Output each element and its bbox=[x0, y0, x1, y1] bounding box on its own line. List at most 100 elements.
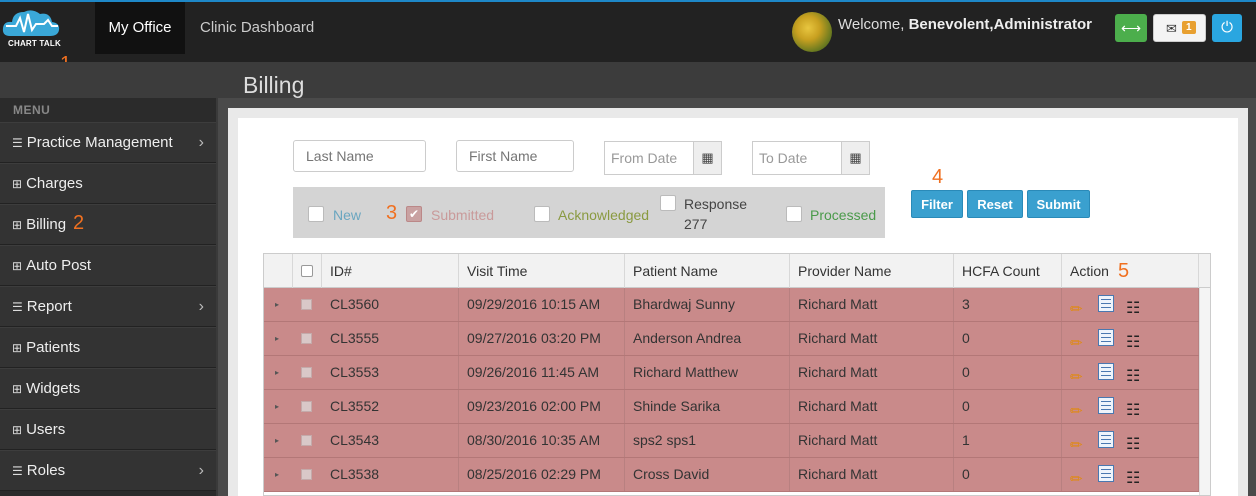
document-icon[interactable] bbox=[1098, 397, 1114, 414]
table-row[interactable]: ▸ CL3560 09/29/2016 10:15 AM Bhardwaj Sunny… bbox=[264, 288, 1199, 322]
cell-action: ✏ ☷ bbox=[1062, 322, 1199, 355]
table-row[interactable]: ▸ CL3555 09/27/2016 03:20 PM Anderson Andre… bbox=[264, 322, 1199, 356]
list-details-icon[interactable]: ☷ bbox=[1126, 462, 1140, 495]
list-icon: ☰ bbox=[12, 300, 23, 314]
sidebar-item-billing[interactable]: ⊞ Billing bbox=[0, 204, 216, 245]
row-checkbox[interactable] bbox=[301, 435, 312, 446]
document-icon[interactable] bbox=[1098, 295, 1114, 312]
page-title: Billing bbox=[243, 72, 305, 98]
sidebar-item-label: Widgets bbox=[26, 380, 81, 397]
status-response-277-checkbox[interactable] bbox=[660, 195, 676, 211]
cell-patient-name: Anderson Andrea bbox=[625, 322, 790, 355]
annotation-5: 5 bbox=[1118, 260, 1130, 282]
logout-button[interactable]: ⏻ bbox=[1212, 14, 1242, 42]
sidebar-item-users[interactable]: ⊞ Users bbox=[0, 409, 216, 450]
grid-icon: ⊞ bbox=[12, 218, 23, 232]
expand-row-icon[interactable]: ▸ bbox=[275, 424, 279, 457]
to-date-field[interactable]: To Date ▦ bbox=[752, 141, 870, 175]
avatar[interactable] bbox=[792, 12, 832, 52]
cell-patient-name: Bhardwaj Sunny bbox=[625, 288, 790, 321]
cell-hcfa-count: 0 bbox=[954, 390, 1062, 423]
cell-visit-time: 09/26/2016 11:45 AM bbox=[459, 356, 625, 389]
sidebar-item-widgets[interactable]: ⊞ Widgets bbox=[0, 368, 216, 409]
user-name: Benevolent,Administrator bbox=[908, 16, 1092, 33]
status-acknowledged-label: Acknowledged bbox=[558, 207, 650, 223]
calendar-icon[interactable]: ▦ bbox=[693, 142, 721, 174]
sidebar-item-label: Patients bbox=[26, 339, 81, 356]
sidebar-item-charges[interactable]: ⊞ Charges bbox=[0, 163, 216, 204]
row-checkbox[interactable] bbox=[301, 469, 312, 480]
grid-icon: ⊞ bbox=[12, 382, 23, 396]
status-new-checkbox[interactable] bbox=[308, 206, 324, 222]
grid-icon: ⊞ bbox=[12, 423, 23, 437]
tab-my-office[interactable]: My Office bbox=[95, 2, 185, 54]
expand-row-icon[interactable]: ▸ bbox=[275, 322, 279, 355]
select-all-cell bbox=[293, 254, 322, 288]
menu-label: MENU bbox=[13, 103, 51, 117]
column-header-provider-name[interactable]: Provider Name bbox=[790, 254, 954, 288]
expand-button[interactable]: ⟷ bbox=[1115, 14, 1147, 42]
document-icon[interactable] bbox=[1098, 431, 1114, 448]
status-new-label: New bbox=[333, 207, 362, 223]
chevron-right-icon: › bbox=[198, 462, 204, 479]
document-icon[interactable] bbox=[1098, 465, 1114, 482]
column-header-patient-name[interactable]: Patient Name bbox=[625, 254, 790, 288]
cell-action: ✏ ☷ bbox=[1062, 288, 1199, 321]
list-details-icon[interactable]: ☷ bbox=[1126, 428, 1140, 461]
submit-button[interactable]: Submit bbox=[1027, 190, 1090, 218]
column-header-hcfa-count[interactable]: HCFA Count bbox=[954, 254, 1062, 288]
table-row[interactable]: ▸ CL3553 09/26/2016 11:45 AM Richard Matthe… bbox=[264, 356, 1199, 390]
status-submitted-checkbox[interactable]: ✔ bbox=[406, 206, 422, 222]
table-row[interactable]: ▸ CL3538 08/25/2016 02:29 PM Cross David Ric… bbox=[264, 458, 1199, 492]
first-name-input[interactable] bbox=[456, 140, 574, 172]
cell-patient-name: Richard Matthew bbox=[625, 356, 790, 389]
select-all-checkbox[interactable] bbox=[301, 265, 313, 277]
document-icon[interactable] bbox=[1098, 329, 1114, 346]
cell-visit-time: 08/25/2016 02:29 PM bbox=[459, 458, 625, 491]
document-icon[interactable] bbox=[1098, 363, 1114, 380]
chart-talk-logo[interactable]: CHART TALK bbox=[0, 4, 62, 54]
sidebar-item-report[interactable]: ☰ Report › bbox=[0, 286, 216, 327]
list-details-icon[interactable]: ☷ bbox=[1126, 326, 1140, 359]
last-name-input[interactable] bbox=[293, 140, 426, 172]
expand-row-icon[interactable]: ▸ bbox=[275, 288, 279, 321]
welcome-text: Welcome, Benevolent,Administrator bbox=[838, 16, 1092, 33]
sidebar-item-label: Users bbox=[26, 421, 66, 438]
expand-row-icon[interactable]: ▸ bbox=[275, 356, 279, 389]
cell-patient-name: sps2 sps1 bbox=[625, 424, 790, 457]
row-checkbox[interactable] bbox=[301, 401, 312, 412]
cell-provider-name: Richard Matt bbox=[790, 356, 954, 389]
table-row[interactable]: ▸ CL3543 08/30/2016 10:35 AM sps2 sps1 Richa… bbox=[264, 424, 1199, 458]
reset-button[interactable]: Reset bbox=[967, 190, 1023, 218]
expand-row-icon[interactable]: ▸ bbox=[275, 390, 279, 423]
from-date-field[interactable]: From Date ▦ bbox=[604, 141, 722, 175]
sidebar-item-practice-management[interactable]: ☰ Practice Management › bbox=[0, 122, 216, 163]
column-header-visit-time[interactable]: Visit Time bbox=[459, 254, 625, 288]
messages-button[interactable]: ✉ 1 bbox=[1153, 14, 1206, 42]
cell-hcfa-count: 0 bbox=[954, 458, 1062, 491]
tab-clinic-dashboard[interactable]: Clinic Dashboard bbox=[200, 2, 314, 54]
cell-provider-name: Richard Matt bbox=[790, 390, 954, 423]
expand-row-icon[interactable]: ▸ bbox=[275, 458, 279, 491]
row-checkbox[interactable] bbox=[301, 367, 312, 378]
grid-scrollbar[interactable] bbox=[1199, 288, 1210, 495]
column-header-id[interactable]: ID# bbox=[322, 254, 459, 288]
sidebar-item-label: Report bbox=[26, 298, 72, 315]
grid-icon: ⊞ bbox=[12, 341, 23, 355]
row-checkbox[interactable] bbox=[301, 299, 312, 310]
list-details-icon[interactable]: ☷ bbox=[1126, 360, 1140, 393]
calendar-icon[interactable]: ▦ bbox=[841, 142, 869, 174]
list-details-icon[interactable]: ☷ bbox=[1126, 394, 1140, 427]
pencil-icon[interactable]: ✏ bbox=[1070, 463, 1083, 495]
status-processed-checkbox[interactable] bbox=[786, 206, 802, 222]
sidebar-item-roles[interactable]: ☰ Roles › bbox=[0, 450, 216, 491]
cell-hcfa-count: 1 bbox=[954, 424, 1062, 457]
filter-button[interactable]: Filter bbox=[911, 190, 963, 218]
sidebar-item-patients[interactable]: ⊞ Patients bbox=[0, 327, 216, 368]
row-checkbox[interactable] bbox=[301, 333, 312, 344]
sidebar-item-auto-post[interactable]: ⊞ Auto Post bbox=[0, 245, 216, 286]
list-details-icon[interactable]: ☷ bbox=[1126, 292, 1140, 325]
table-row[interactable]: ▸ CL3552 09/23/2016 02:00 PM Shinde Sarika R… bbox=[264, 390, 1199, 424]
status-acknowledged-checkbox[interactable] bbox=[534, 206, 550, 222]
logo-text: CHART TALK bbox=[8, 39, 61, 48]
